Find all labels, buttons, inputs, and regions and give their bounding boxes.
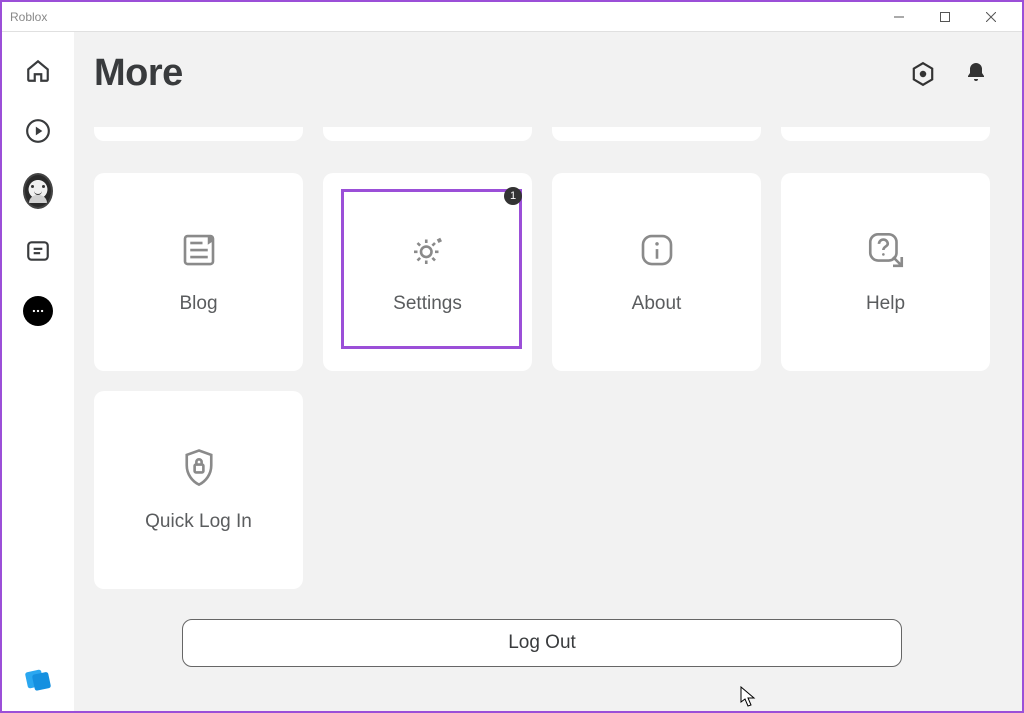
window-controls: [876, 3, 1014, 31]
card-label: Help: [866, 293, 905, 315]
discover-icon[interactable]: [23, 116, 53, 146]
card-label: Settings: [393, 293, 462, 315]
home-icon[interactable]: [23, 56, 53, 86]
help-card[interactable]: Help: [781, 173, 990, 371]
sidebar: [2, 32, 74, 711]
page-title: More: [94, 52, 910, 95]
roblox-studio-logo-icon[interactable]: [24, 665, 52, 693]
card-label: Blog: [179, 293, 217, 315]
minimize-button[interactable]: [876, 3, 922, 31]
help-icon: [865, 229, 907, 271]
card-label: About: [632, 293, 682, 315]
gear-icon: [407, 229, 449, 271]
quick-login-card[interactable]: Quick Log In: [94, 391, 303, 589]
shield-lock-icon: [178, 447, 220, 489]
settings-badge: 1: [504, 187, 522, 205]
about-card[interactable]: About: [552, 173, 761, 371]
previous-row-partial: [94, 127, 990, 141]
window-title: Roblox: [10, 10, 876, 24]
more-icon[interactable]: [23, 296, 53, 326]
avatar-icon[interactable]: [23, 176, 53, 206]
window-titlebar: Roblox: [2, 2, 1022, 32]
settings-card[interactable]: 1 Settings: [323, 173, 532, 371]
chat-icon[interactable]: [23, 236, 53, 266]
mouse-cursor-icon: [740, 686, 756, 708]
logout-button[interactable]: Log Out: [182, 619, 902, 667]
card-label: Quick Log In: [145, 511, 252, 533]
blog-icon: [178, 229, 220, 271]
info-icon: [636, 229, 678, 271]
blog-card[interactable]: Blog: [94, 173, 303, 371]
notifications-bell-icon[interactable]: [964, 61, 990, 87]
maximize-button[interactable]: [922, 3, 968, 31]
close-button[interactable]: [968, 3, 1014, 31]
robux-icon[interactable]: [910, 61, 936, 87]
logout-label: Log Out: [508, 632, 576, 654]
main-content: More Blog 1: [74, 32, 1022, 711]
